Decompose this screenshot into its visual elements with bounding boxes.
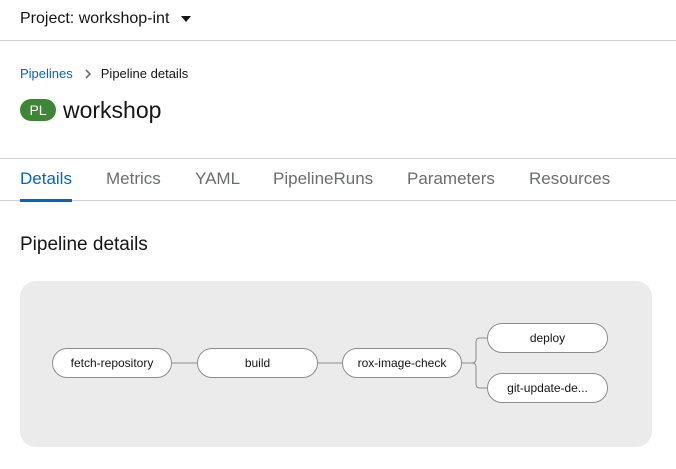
caret-down-icon xyxy=(181,16,192,22)
tab-pipelineruns[interactable]: PipelineRuns xyxy=(273,159,373,201)
section-title: Pipeline details xyxy=(20,234,148,255)
tab-resources[interactable]: Resources xyxy=(529,159,610,201)
task-node-git-update[interactable]: git-update-de... xyxy=(487,373,608,403)
breadcrumb-pipelines-link[interactable]: Pipelines xyxy=(20,66,73,81)
resource-badge: PL xyxy=(20,99,56,121)
project-selector-label: Project: workshop-int xyxy=(20,10,170,27)
tab-yaml[interactable]: YAML xyxy=(195,159,240,201)
tab-details[interactable]: Details xyxy=(20,159,72,202)
task-node-deploy[interactable]: deploy xyxy=(487,323,608,353)
task-node-build[interactable]: build xyxy=(197,348,318,378)
breadcrumb: Pipelines Pipeline details xyxy=(20,66,188,81)
page-header: PL workshop xyxy=(20,96,161,124)
edge-rox-deploy xyxy=(462,337,487,364)
task-node-rox-image-check[interactable]: rox-image-check xyxy=(342,348,462,378)
project-bar: Project: workshop-int xyxy=(0,0,676,41)
tab-metrics[interactable]: Metrics xyxy=(106,159,161,201)
chevron-right-icon xyxy=(85,68,91,79)
page-title: workshop xyxy=(63,97,162,123)
edge-rox-gitupdate xyxy=(462,362,487,389)
task-node-fetch-repository[interactable]: fetch-repository xyxy=(52,348,172,378)
breadcrumb-current: Pipeline details xyxy=(100,66,189,81)
project-selector[interactable]: Project: workshop-int xyxy=(20,8,192,30)
tab-bar: Details Metrics YAML PipelineRuns Parame… xyxy=(0,158,676,202)
pipeline-graph: fetch-repository build rox-image-check d… xyxy=(20,281,652,447)
tab-parameters[interactable]: Parameters xyxy=(407,159,495,201)
